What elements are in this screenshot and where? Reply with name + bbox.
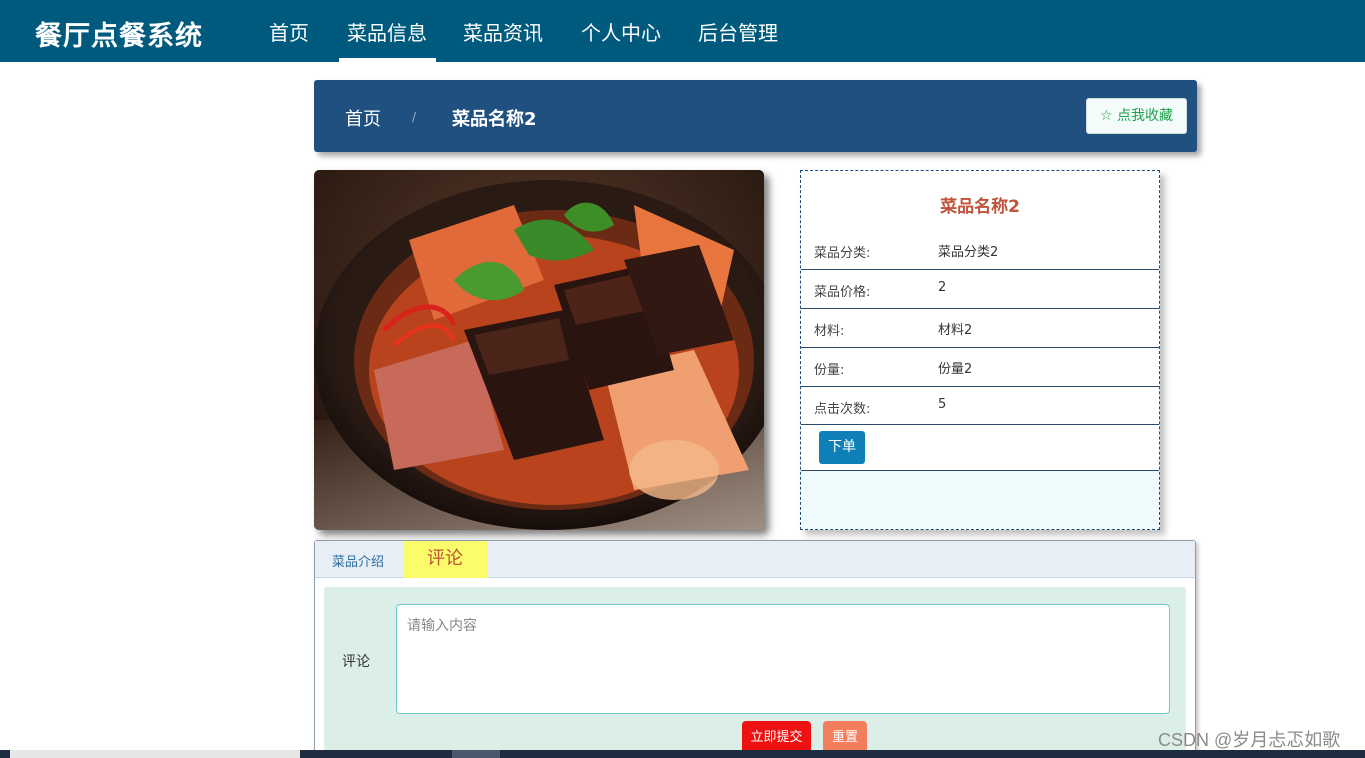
order-button[interactable]: 下单 [819, 431, 865, 464]
detail-panel-footer [801, 471, 1159, 529]
tab-dish-intro[interactable]: 菜品介绍 [332, 551, 384, 570]
detail-value: 材料2 [938, 323, 973, 338]
breadcrumb-current: 菜品名称2 [452, 109, 537, 130]
tab-bar: 菜品介绍 评论 [315, 541, 1195, 578]
favorite-button[interactable]: ☆ 点我收藏 [1086, 98, 1187, 134]
comment-label: 评论 [342, 654, 370, 670]
breadcrumb-home-link[interactable]: 首页 [345, 105, 381, 131]
nav-item-dishes[interactable]: 菜品信息 [347, 17, 427, 46]
nav-item-admin[interactable]: 后台管理 [698, 17, 778, 46]
dish-detail-panel: 菜品名称2 菜品分类: 菜品分类2 菜品价格: 2 材料: 材料2 份量: 份量… [800, 170, 1160, 530]
detail-label: 材料: [814, 324, 845, 339]
detail-row-category: 菜品分类: 菜品分类2 [801, 231, 1159, 270]
detail-value: 2 [938, 280, 947, 295]
detail-row-portion: 份量: 份量2 [801, 348, 1159, 387]
detail-value: 份量2 [938, 362, 973, 377]
top-navbar: 餐厅点餐系统 首页 菜品信息 菜品资讯 个人中心 后台管理 [0, 0, 1365, 62]
tab-comments[interactable]: 评论 [403, 541, 487, 578]
comment-input[interactable] [396, 604, 1170, 714]
nav-item-home[interactable]: 首页 [269, 17, 309, 46]
breadcrumb-separator: / [412, 110, 417, 124]
breadcrumb: 首页 / 菜品名称2 ☆ 点我收藏 [314, 80, 1197, 152]
detail-label: 份量: [814, 363, 845, 378]
taskbar-left-area [10, 750, 300, 758]
nav-item-news[interactable]: 菜品资讯 [463, 17, 543, 46]
detail-value: 菜品分类2 [938, 245, 999, 260]
detail-label: 菜品分类: [814, 246, 871, 261]
nav-item-profile[interactable]: 个人中心 [581, 17, 661, 46]
detail-label: 菜品价格: [814, 285, 871, 300]
active-nav-indicator [339, 58, 436, 62]
taskbar-highlight [452, 750, 500, 758]
dish-title: 菜品名称2 [940, 197, 1020, 217]
tabs-panel: 菜品介绍 评论 评论 立即提交 重置 [314, 540, 1196, 758]
site-brand[interactable]: 餐厅点餐系统 [35, 14, 203, 53]
comment-form: 评论 立即提交 重置 [324, 587, 1186, 758]
detail-row-price: 菜品价格: 2 [801, 270, 1159, 309]
dish-image [314, 170, 764, 530]
detail-row-ingredients: 材料: 材料2 [801, 309, 1159, 348]
watermark: CSDN @岁月忐忑如歌 [1158, 730, 1341, 750]
detail-row-divider [801, 387, 1159, 425]
